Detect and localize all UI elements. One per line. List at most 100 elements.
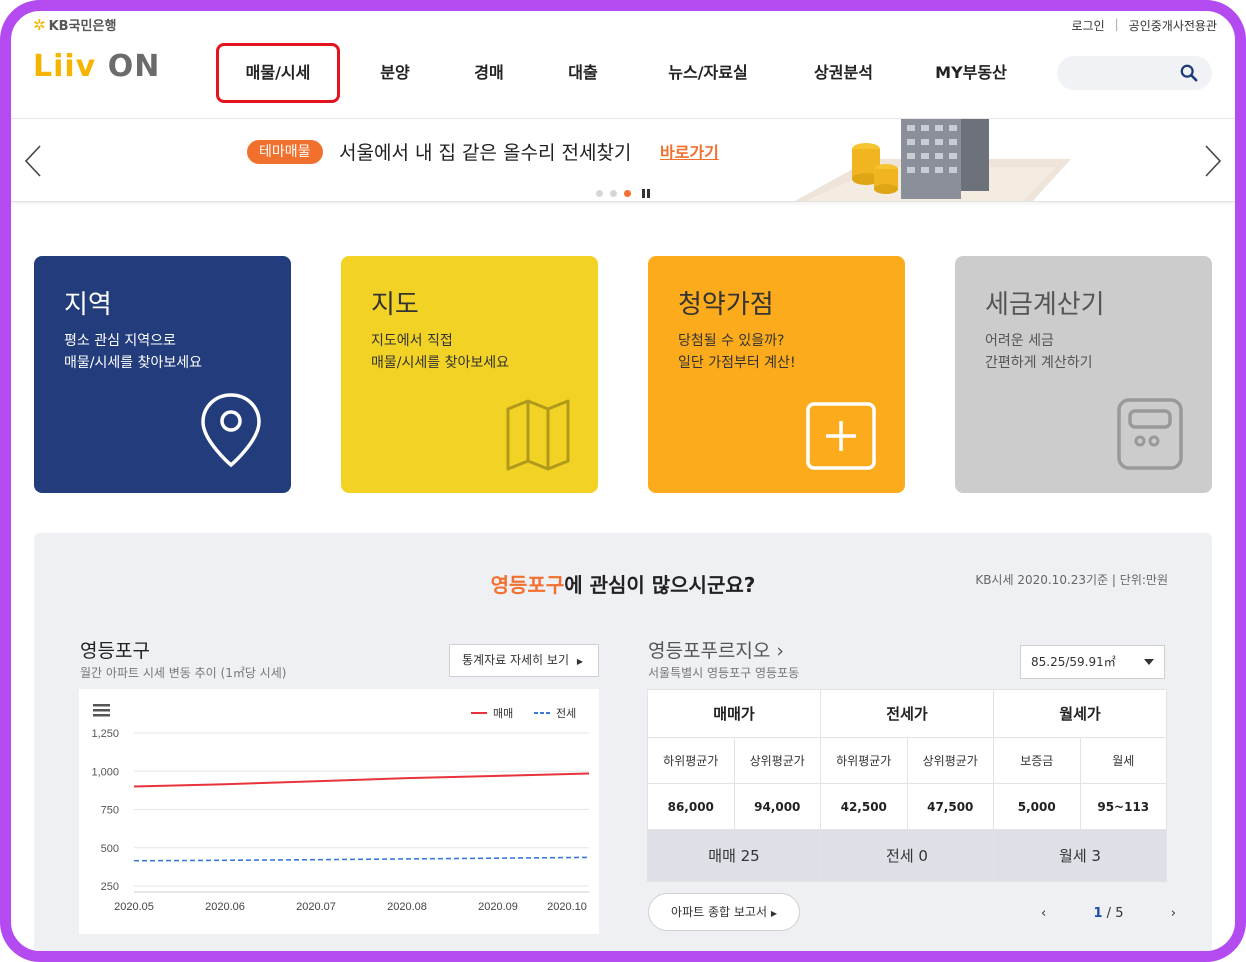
count-monthly[interactable]: 월세 3 (993, 829, 1167, 882)
card-map[interactable]: 지도 지도에서 직접 매물/시세를 찾아보세요 (341, 256, 598, 493)
dropdown-caret-icon (1144, 659, 1154, 665)
x-tick-label: 2020.06 (205, 901, 245, 913)
nav-presale[interactable]: 분양 (375, 43, 415, 103)
table-subheader-row: 하위평균가 상위평균가 하위평균가 상위평균가 보증금 월세 (647, 737, 1167, 784)
map-icon (506, 399, 570, 471)
legend-label: 매매 (493, 707, 513, 720)
browser-frame: ✲ KB국민은행 Liiv ON 로그인 | 공인중개사전용관 매물/시세 분양… (0, 0, 1246, 962)
value-cell: 94,000 (733, 783, 821, 830)
kb-bank-logo[interactable]: ✲ KB국민은행 (33, 15, 116, 35)
x-tick-label: 2020.07 (296, 901, 336, 913)
hamburger-icon[interactable] (93, 709, 110, 712)
region-subtitle: 월간 아파트 시세 변동 추이 (1㎡당 시세) (80, 666, 287, 680)
hamburger-icon[interactable] (93, 714, 110, 717)
promo-banner: 테마매물 서울에서 내 집 같은 올수리 전세찾기 바로가기 (11, 118, 1235, 202)
card-title: 지도 (371, 290, 419, 320)
banner-text: 서울에서 내 집 같은 올수리 전세찾기 (339, 142, 632, 164)
card-desc: 어려운 세금 간편하게 계산하기 (985, 333, 1093, 371)
value-cell: 5,000 (993, 783, 1081, 830)
chart-canvas: 1,250 1,000 750 500 250 2020.05 2020.06 2020.07… (91, 704, 590, 913)
login-link[interactable]: 로그인 (1072, 17, 1105, 34)
caret-right-icon: ▶ (770, 909, 777, 918)
apartment-report-button[interactable]: 아파트 종합 보고서 ▶ (648, 893, 800, 931)
chevron-right-icon: › (776, 640, 785, 662)
nav-listings[interactable]: 매물/시세 (216, 43, 340, 103)
subheader-cell: 상위평균가 (906, 737, 994, 784)
value-cell: 42,500 (820, 783, 908, 830)
banner-shortcut-link[interactable]: 바로가기 (660, 139, 719, 163)
y-tick-label: 750 (101, 805, 119, 817)
card-title: 청약가점 (678, 290, 774, 320)
next-arrow-icon[interactable] (1203, 144, 1223, 178)
kb-star-icon: ✲ (33, 15, 46, 34)
price-trend-chart: 1,250 1,000 750 500 250 2020.05 2020.06 2020.07… (79, 689, 599, 934)
search-icon[interactable] (1180, 64, 1198, 82)
prev-arrow-icon[interactable] (23, 144, 43, 178)
apartment-name[interactable]: 영등포푸르지오 › (648, 636, 784, 663)
series-line-jeonse (133, 856, 590, 862)
pause-icon[interactable] (642, 189, 650, 198)
interest-section: 영등포구에 관심이 많으시군요? KB시세 2020.10.23기준 | 단위:… (34, 533, 1212, 951)
x-tick-label: 2020.05 (114, 901, 154, 913)
search-input[interactable] (1069, 56, 1179, 90)
slide-dot[interactable] (596, 190, 603, 197)
nav-my-realestate[interactable]: MY부동산 (926, 43, 1016, 103)
nav-news[interactable]: 뉴스/자료실 (658, 43, 758, 103)
stats-detail-button[interactable]: 통계자료 자세히 보기 ▶ (449, 644, 599, 677)
region-name: 영등포구 (80, 640, 150, 662)
header-jeonse: 전세가 (820, 689, 994, 738)
area-select[interactable]: 85.25/59.91㎡ (1020, 645, 1165, 679)
nav-commercial[interactable]: 상권분석 (806, 43, 881, 103)
value-cell: 47,500 (906, 783, 994, 830)
slide-dot-active[interactable] (624, 190, 631, 197)
count-sale[interactable]: 매매 25 (647, 829, 821, 882)
nav-loan[interactable]: 대출 (563, 43, 603, 103)
building-illustration (794, 119, 1071, 201)
value-cell: 86,000 (647, 783, 735, 830)
table-count-row: 매매 25 전세 0 월세 3 (647, 829, 1167, 882)
x-tick-label: 2020.10 (547, 901, 587, 913)
plus-box-icon (806, 402, 876, 470)
nav-auction[interactable]: 경매 (469, 43, 509, 103)
y-tick-label: 1,250 (91, 728, 119, 740)
card-title: 세금계산기 (985, 290, 1105, 320)
x-tick-label: 2020.08 (387, 901, 427, 913)
card-subscription-score[interactable]: 청약가점 당첨될 수 있을까? 일단 가점부터 계산! (648, 256, 905, 493)
card-desc: 지도에서 직접 매물/시세를 찾아보세요 (371, 333, 509, 371)
agent-link[interactable]: 공인중개사전용관 (1129, 17, 1217, 34)
x-tick-label: 2020.09 (478, 901, 518, 913)
series-line-sale (133, 772, 590, 788)
location-pin-icon (201, 393, 261, 468)
value-cell: 95~113 (1079, 783, 1167, 830)
y-tick-label: 500 (101, 843, 119, 855)
header-monthly: 월세가 (993, 689, 1167, 738)
theme-badge: 테마매물 (247, 140, 323, 164)
table-value-row: 86,000 94,000 42,500 47,500 5,000 95~113 (647, 783, 1167, 830)
table-header-row: 매매가 전세가 월세가 (647, 689, 1167, 738)
legend-label: 전세 (556, 707, 576, 720)
page: ✲ KB국민은행 Liiv ON 로그인 | 공인중개사전용관 매물/시세 분양… (11, 11, 1235, 951)
hamburger-icon[interactable] (93, 704, 110, 707)
liiv-on-logo[interactable]: Liiv ON (33, 49, 160, 84)
pager-next-icon[interactable]: › (1171, 906, 1176, 921)
slide-dot[interactable] (610, 190, 617, 197)
y-tick-label: 250 (101, 881, 119, 893)
top-links: 로그인 | 공인중개사전용관 (1072, 17, 1218, 34)
search-box (1057, 56, 1212, 90)
count-jeonse[interactable]: 전세 0 (820, 829, 994, 882)
card-region[interactable]: 지역 평소 관심 지역으로 매물/시세를 찾아보세요 (34, 256, 291, 493)
subheader-cell: 보증금 (993, 737, 1081, 784)
calculator-icon (1117, 398, 1183, 470)
subheader-cell: 월세 (1079, 737, 1167, 784)
apartment-address: 서울특별시 영등포구 영등포동 (648, 666, 800, 680)
card-desc: 당첨될 수 있을까? 일단 가점부터 계산! (678, 333, 796, 371)
header-sale: 매매가 (647, 689, 821, 738)
y-tick-label: 1,000 (91, 766, 119, 778)
card-tax-calculator[interactable]: 세금계산기 어려운 세금 간편하게 계산하기 (955, 256, 1212, 493)
pager-status: 1 / 5 (1093, 906, 1124, 921)
subheader-cell: 하위평균가 (647, 737, 735, 784)
card-desc: 평소 관심 지역으로 매물/시세를 찾아보세요 (64, 333, 202, 371)
pager-prev-icon[interactable]: ‹ (1041, 906, 1046, 921)
price-table: 매매가 전세가 월세가 하위평균가 상위평균가 하위평균가 상위평균가 보증금 … (647, 689, 1167, 882)
caret-right-icon: ▶ (576, 657, 583, 666)
